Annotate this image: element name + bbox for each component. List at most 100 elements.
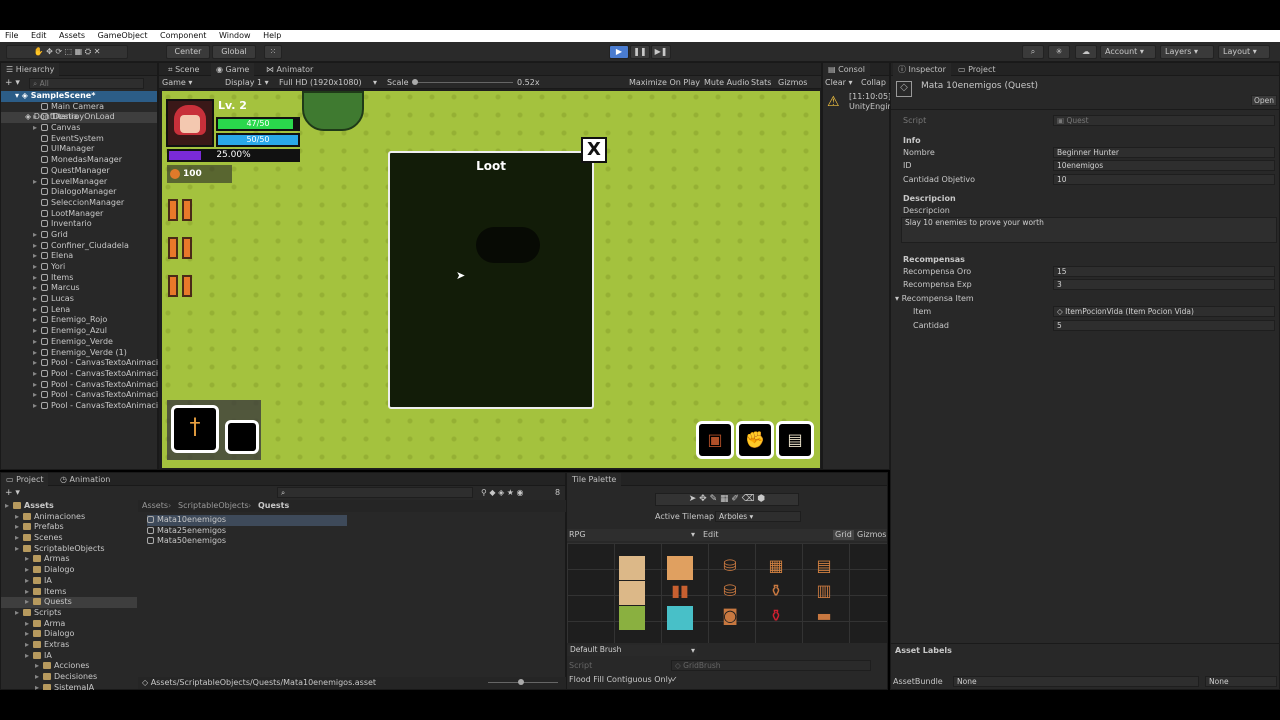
- layers-dropdown[interactable]: Layers ▾: [1160, 45, 1214, 59]
- folder-item[interactable]: ▸ Items: [1, 587, 137, 598]
- inventory-button[interactable]: ▣: [696, 421, 734, 459]
- tab-animation[interactable]: ◷ Animation: [55, 473, 115, 486]
- folder-item[interactable]: ▸ Armas: [1, 554, 137, 565]
- id-field[interactable]: 10enemigos: [1053, 160, 1275, 171]
- menu-window[interactable]: Window: [219, 31, 251, 40]
- hierarchy-item[interactable]: MonedasManager: [1, 155, 157, 166]
- chairs-icon[interactable]: ▮▮: [667, 581, 693, 605]
- bucket-icon[interactable]: ◙: [717, 606, 743, 630]
- barrel-icon[interactable]: ⛁: [717, 581, 743, 605]
- edit-button[interactable]: Edit: [703, 530, 719, 540]
- recompensa-item-foldout[interactable]: ▾ Recompensa Item: [895, 294, 974, 304]
- menu-help[interactable]: Help: [263, 31, 281, 40]
- oro-field[interactable]: 15: [1053, 266, 1275, 277]
- pot-icon[interactable]: ⚱: [763, 581, 789, 605]
- folder-item[interactable]: ▸ Scenes: [1, 533, 137, 544]
- palette-dropdown[interactable]: RPG: [569, 530, 586, 540]
- folder-item[interactable]: ▸ Dialogo: [1, 629, 137, 640]
- game-mode-dropdown[interactable]: Game ▾: [162, 78, 192, 88]
- pivot-center-toggle[interactable]: Center: [166, 45, 210, 59]
- folder-item[interactable]: ▸ Scripts: [1, 608, 137, 619]
- stats-arm-button[interactable]: ✊: [736, 421, 774, 459]
- clear-button[interactable]: Clear ▾: [825, 78, 852, 88]
- list-item[interactable]: Mata10enemigos: [147, 515, 347, 526]
- hierarchy-item[interactable]: ▸ Pool - CanvasTextoAnimaci: [1, 401, 158, 412]
- list-item[interactable]: Mata50enemigos: [147, 536, 347, 547]
- folder-item[interactable]: ▸ Dialogo: [1, 565, 137, 576]
- tab-project[interactable]: ▭ Project: [953, 63, 1000, 76]
- hierarchy-item[interactable]: EventSystem: [1, 134, 157, 145]
- folder-item[interactable]: ▸ Acciones: [1, 661, 137, 672]
- hierarchy-item[interactable]: LootManager: [1, 209, 157, 220]
- hierarchy-item[interactable]: ▸ Elena: [1, 251, 157, 262]
- stats-toggle[interactable]: Stats: [751, 78, 771, 88]
- palette-grid[interactable]: ⛁ ▦ ▤ ▮▮ ⛁ ⚱ ▥ ◙ ⚱ ▬: [567, 543, 887, 643]
- list-item[interactable]: Mata25enemigos: [147, 526, 347, 537]
- hierarchy-item[interactable]: ▸ Canvas: [1, 123, 157, 134]
- services-icon[interactable]: ✳: [1048, 45, 1070, 59]
- play-button[interactable]: ▶: [609, 45, 629, 59]
- layout-dropdown[interactable]: Layout ▾: [1218, 45, 1270, 59]
- tab-tile-palette[interactable]: Tile Palette: [567, 473, 622, 486]
- hierarchy-item[interactable]: ▸ Lena: [1, 305, 157, 316]
- folder-item[interactable]: ▸ ScriptableObjects: [1, 544, 137, 555]
- menu-file[interactable]: File: [5, 31, 18, 40]
- cantidad-field[interactable]: 10: [1053, 174, 1275, 185]
- descripcion-textarea[interactable]: Slay 10 enemies to prove your worth: [901, 217, 1277, 243]
- maximize-on-play-toggle[interactable]: Maximize On Play: [629, 78, 700, 88]
- pause-button[interactable]: ❚❚: [630, 45, 650, 59]
- game-canvas[interactable]: Lv. 2 47/50 50/50 25.00% 100 Loot ➤ X †: [162, 91, 820, 468]
- gizmos-toggle[interactable]: Gizmos: [778, 78, 807, 88]
- grid-toggle[interactable]: Grid: [833, 530, 854, 540]
- tab-project-bottom[interactable]: ▭ Project: [1, 473, 49, 486]
- grid-snap-icon[interactable]: ⁙: [264, 45, 282, 59]
- open-button[interactable]: Open: [1251, 95, 1277, 106]
- cloud-icon[interactable]: ☁: [1075, 45, 1097, 59]
- table-icon[interactable]: ▥: [811, 581, 837, 605]
- hierarchy-item[interactable]: ▸ Pool - CanvasTextoAnimaci: [1, 369, 158, 380]
- tab-hierarchy[interactable]: ☰ Hierarchy: [1, 63, 60, 76]
- account-dropdown[interactable]: Account ▾: [1100, 45, 1156, 59]
- hierarchy-item[interactable]: ▸ Enemigo_Verde (1): [1, 348, 157, 359]
- breadcrumb-scriptableobjects[interactable]: ScriptableObjects: [178, 501, 249, 511]
- tile-sand[interactable]: [619, 556, 645, 580]
- checkmark-icon[interactable]: ✓: [671, 675, 678, 685]
- tab-animator[interactable]: ⋈ Animator: [261, 63, 318, 76]
- hierarchy-item[interactable]: Inventario: [1, 219, 157, 230]
- tile-gizmos-toggle[interactable]: Gizmos: [857, 530, 886, 540]
- menu-component[interactable]: Component: [160, 31, 206, 40]
- folder-item[interactable]: ▸ Prefabs: [1, 522, 137, 533]
- add-icon[interactable]: + ▾: [5, 78, 20, 88]
- icon-size-slider-handle[interactable]: [518, 679, 524, 685]
- resolution-dropdown[interactable]: Full HD (1920x1080): [279, 78, 362, 88]
- resolution-chevron-icon[interactable]: ▾: [373, 78, 377, 88]
- filter-icons[interactable]: ⚲ ◆ ◈ ★ ◉: [481, 488, 524, 498]
- tile-sand[interactable]: [619, 581, 645, 605]
- create-icon[interactable]: + ▾: [5, 488, 20, 498]
- scale-slider[interactable]: [413, 82, 513, 83]
- hierarchy-item[interactable]: ▸ Grid: [1, 230, 157, 241]
- tile-tools[interactable]: ➤ ✥ ✎ ▦ ✐ ⌫ ⬢: [655, 493, 799, 506]
- hierarchy-item[interactable]: ▸ Pool - CanvasTextoAnimaci: [1, 358, 158, 369]
- menu-gameobject[interactable]: GameObject: [98, 31, 148, 40]
- nombre-field[interactable]: Beginner Hunter: [1053, 147, 1275, 158]
- hierarchy-item[interactable]: ▸ Items: [1, 273, 157, 284]
- item-object-field[interactable]: ◇ ItemPocionVida (Item Pocion Vida): [1053, 306, 1275, 317]
- vase-icon[interactable]: ⚱: [763, 606, 789, 630]
- tile-water[interactable]: [667, 606, 693, 630]
- quests-scroll-button[interactable]: ▤: [776, 421, 814, 459]
- tile-wood[interactable]: [667, 556, 693, 580]
- folder-item[interactable]: ▸ Extras: [1, 640, 137, 651]
- active-tilemap-dropdown[interactable]: Arboles ▾: [715, 511, 801, 522]
- step-button[interactable]: ▶❚: [651, 45, 671, 59]
- search-icon[interactable]: ⌕: [1022, 45, 1044, 59]
- assetbundle-dropdown[interactable]: None: [953, 676, 1199, 687]
- menu-assets[interactable]: Assets: [59, 31, 85, 40]
- folder-item[interactable]: ▸ IA: [1, 651, 137, 662]
- folder-item[interactable]: ▸ Assets: [1, 501, 137, 512]
- hierarchy-item[interactable]: ▸ Enemigo_Azul: [1, 326, 157, 337]
- project-search-input[interactable]: ⌕: [277, 487, 473, 498]
- barrel-icon[interactable]: ⛁: [717, 556, 743, 580]
- tile-grass[interactable]: [619, 606, 645, 630]
- exp-field[interactable]: 3: [1053, 279, 1275, 290]
